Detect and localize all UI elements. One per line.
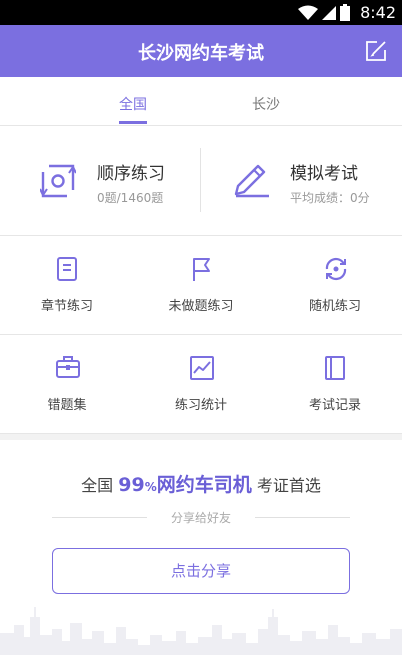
practice-stats-button[interactable]: 练习统计 bbox=[134, 335, 268, 434]
headline-number: 99 bbox=[118, 474, 145, 496]
share-divider-right bbox=[255, 517, 350, 518]
headline-percent: % bbox=[144, 480, 157, 494]
status-time: 8:42 bbox=[360, 3, 396, 22]
chapter-practice-label: 章节练习 bbox=[40, 299, 93, 314]
wrong-questions-button[interactable]: 错题集 bbox=[0, 335, 134, 434]
tab-national[interactable]: 全国 bbox=[119, 94, 147, 114]
wrong-questions-label: 错题集 bbox=[47, 398, 87, 413]
pencil-icon bbox=[234, 164, 269, 198]
mock-exam-title: 模拟考试 bbox=[290, 164, 358, 184]
page-title: 长沙网约车考试 bbox=[138, 43, 264, 64]
battery-icon bbox=[340, 4, 351, 21]
edit-icon bbox=[366, 41, 386, 61]
status-icons: 8:42 bbox=[298, 3, 396, 22]
share-headline: 全国 99%网约车司机 考证首选 bbox=[0, 470, 402, 497]
feature-grid-row-2: 错题集 练习统计 考试记录 bbox=[0, 335, 402, 434]
app-header: 长沙网约车考试 bbox=[0, 25, 402, 77]
sequence-icon bbox=[40, 164, 76, 198]
random-icon bbox=[325, 257, 347, 281]
unanswered-practice-label: 未做题练习 bbox=[168, 299, 234, 314]
sequential-practice-button[interactable]: 顺序练习 0题/1460题 bbox=[0, 126, 200, 236]
chapter-practice-button[interactable]: 章节练习 bbox=[0, 236, 134, 335]
status-bar: 8:42 bbox=[0, 0, 402, 25]
random-practice-button[interactable]: 随机练习 bbox=[268, 236, 402, 335]
headline-suffix: 考证首选 bbox=[256, 476, 321, 495]
headline-highlight: 网约车司机 bbox=[156, 474, 252, 496]
mock-exam-button[interactable]: 模拟考试 平均成绩：0分 bbox=[201, 126, 402, 236]
headline-prefix: 全国 bbox=[81, 476, 114, 495]
mock-exam-score: 平均成绩：0分 bbox=[290, 191, 370, 205]
city-skyline-illustration bbox=[0, 607, 402, 655]
practice-panel: 顺序练习 0题/1460题 模拟考试 平均成绩：0分 bbox=[0, 126, 402, 236]
share-section: 全国 99%网约车司机 考证首选 分享给好友 点击分享 bbox=[0, 440, 402, 655]
document-icon bbox=[57, 257, 77, 281]
chart-icon bbox=[190, 356, 214, 380]
sequential-practice-progress: 0题/1460题 bbox=[97, 191, 164, 205]
wifi-icon bbox=[298, 5, 319, 20]
signal-icon bbox=[322, 5, 337, 20]
record-icon bbox=[325, 356, 345, 380]
exam-records-button[interactable]: 考试记录 bbox=[268, 335, 402, 434]
tab-active-indicator bbox=[119, 121, 147, 124]
tab-changsha[interactable]: 长沙 bbox=[252, 94, 280, 114]
region-tabs: 全国 长沙 bbox=[0, 77, 402, 126]
unanswered-practice-button[interactable]: 未做题练习 bbox=[134, 236, 268, 335]
exam-records-label: 考试记录 bbox=[308, 398, 361, 413]
feature-grid-row-1: 章节练习 未做题练习 随机练习 bbox=[0, 236, 402, 335]
sequential-practice-title: 顺序练习 bbox=[97, 164, 165, 184]
random-practice-label: 随机练习 bbox=[308, 299, 361, 314]
share-button[interactable]: 点击分享 bbox=[52, 548, 350, 594]
edit-button[interactable] bbox=[364, 39, 388, 63]
practice-stats-label: 练习统计 bbox=[174, 398, 227, 413]
flag-icon bbox=[193, 258, 210, 281]
briefcase-icon bbox=[56, 356, 80, 378]
